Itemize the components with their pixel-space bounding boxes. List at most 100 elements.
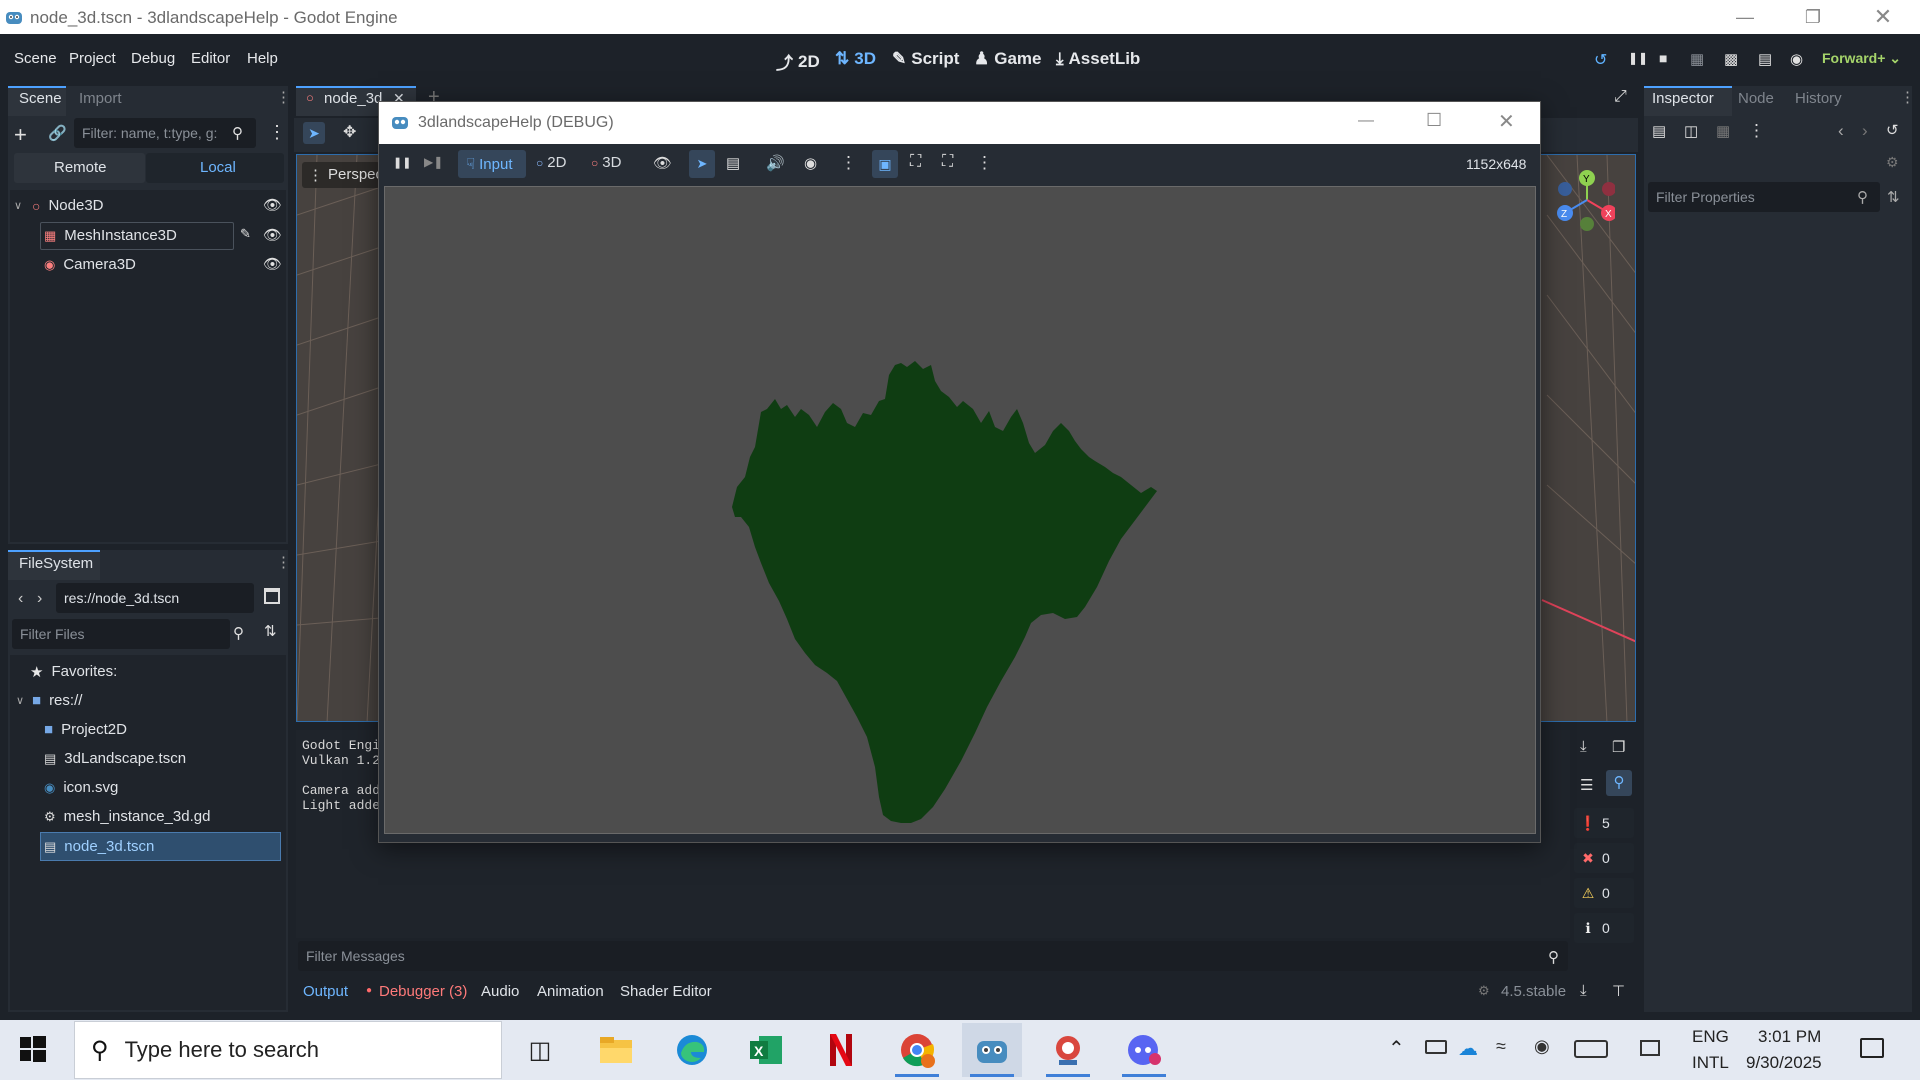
info-filter[interactable]: ℹ0 (1574, 913, 1634, 943)
wifi-icon[interactable]: ≈ (1496, 1036, 1506, 1057)
stop-icon[interactable]: ■ (1659, 50, 1667, 66)
scene-filter-input[interactable]: Filter: name, t:type, g: (74, 118, 256, 148)
select-tool-icon[interactable]: ➤ (689, 150, 715, 178)
battery-icon[interactable] (1425, 1040, 1447, 1054)
audio-icon[interactable]: 🔊 (766, 154, 785, 172)
chevron-up-icon[interactable]: ⌃ (1388, 1036, 1405, 1061)
tree-node-camera3d[interactable]: ◉ Camera3D 👁 (44, 250, 284, 279)
embed-icon[interactable]: ▣ (872, 150, 898, 178)
tab-shader-editor[interactable]: Shader Editor (620, 983, 712, 1000)
file-explorer-icon[interactable] (586, 1023, 646, 1077)
clock-time[interactable]: 3:01 PM (1758, 1027, 1821, 1047)
collapse-icon[interactable]: ☰ (1580, 776, 1593, 794)
workspace-script-button[interactable]: ✎ Script (892, 49, 959, 69)
input-mode-button[interactable]: ☟ Input (458, 150, 526, 178)
chevron-down-icon[interactable]: ∨ (14, 199, 28, 212)
path-input[interactable]: res://node_3d.tscn (56, 583, 254, 613)
clear-output-icon[interactable]: ⤓ (1580, 738, 1587, 755)
workspace-assetlib-button[interactable]: ⤓ AssetLib (1056, 49, 1140, 69)
discord-icon[interactable] (1114, 1023, 1174, 1077)
3d-mode-button[interactable]: ○ 3D (591, 154, 621, 171)
workspace-game-button[interactable]: ♟ Game (974, 49, 1042, 69)
list-select-icon[interactable]: ▤ (726, 154, 740, 172)
workspace-2d-button[interactable]: ⤴ 2D (776, 49, 820, 74)
next-frame-icon[interactable]: ▶❚ (424, 155, 443, 169)
language-label[interactable]: ENG (1692, 1027, 1729, 1047)
webcam-icon[interactable]: ◉ (1534, 1036, 1550, 1057)
tab-node[interactable]: Node (1738, 90, 1774, 107)
task-view-icon[interactable]: ◫ (510, 1023, 570, 1077)
restore-icon[interactable]: ❐ (1790, 0, 1836, 34)
move-tool-icon[interactable]: ✥ (343, 122, 356, 142)
menu-scene[interactable]: Scene (14, 50, 57, 67)
menu-debug[interactable]: Debug (131, 50, 175, 67)
2d-mode-button[interactable]: ○ 2D (536, 154, 566, 171)
tab-animation[interactable]: Animation (537, 983, 604, 1000)
debug-app-icon[interactable] (1038, 1023, 1098, 1077)
play-scene-icon[interactable]: ▩ (1724, 50, 1738, 68)
select-tool-icon[interactable]: ➤ (303, 122, 325, 144)
expand-panel-icon[interactable]: ⊤ (1612, 982, 1625, 1000)
more-icon[interactable]: ⋮ (976, 153, 993, 173)
script-attached-icon[interactable]: ✎ (240, 226, 251, 242)
dock-menu-icon[interactable]: ⋮ (1900, 88, 1915, 106)
close-icon[interactable]: ✕ (1498, 109, 1515, 134)
visibility-eye-icon[interactable]: 👁 (263, 226, 282, 244)
history-icon[interactable]: ↺ (1886, 121, 1899, 139)
pause-icon[interactable]: ❚❚ (393, 156, 411, 169)
tab-history[interactable]: History (1795, 90, 1842, 107)
warnings-filter[interactable]: ⚠ 0 (1574, 878, 1634, 908)
godot-taskbar-icon[interactable] (962, 1023, 1022, 1077)
save-icon[interactable]: ▦ (1716, 122, 1730, 140)
res-folder-item[interactable]: ∨ ■ res:// (16, 686, 82, 715)
more-icon[interactable]: ⋮ (1748, 121, 1765, 141)
messages-filter[interactable]: ❗ 5 (1574, 808, 1634, 838)
notifications-icon[interactable] (1860, 1038, 1884, 1058)
netflix-icon[interactable] (811, 1023, 871, 1077)
filter-messages-input[interactable]: Filter Messages (298, 941, 1568, 971)
sort-icon[interactable]: ⇅ (1887, 188, 1900, 206)
file-3dlandscape-item[interactable]: ▤ 3dLandscape.tscn (44, 744, 186, 773)
forward-icon[interactable]: › (37, 590, 42, 608)
menu-project[interactable]: Project (69, 50, 116, 67)
viewport-options-icon[interactable]: ⋮ (308, 166, 323, 184)
close-icon[interactable]: ✕ (1860, 0, 1906, 34)
folder-project2d-item[interactable]: ■ Project2D (44, 715, 127, 744)
visibility-eye-icon[interactable]: 👁 (653, 154, 672, 172)
axis-gizmo[interactable]: Y X Z (1555, 168, 1615, 234)
tree-node-node3d[interactable]: ∨ ○ Node3D 👁 (14, 191, 284, 220)
add-node-icon[interactable]: + (14, 122, 27, 148)
camera-override-icon[interactable]: ◉ (804, 154, 817, 172)
display-icon[interactable] (1640, 1040, 1660, 1056)
chrome-icon[interactable] (887, 1023, 947, 1077)
tab-debugger[interactable]: Debugger (3) (379, 983, 467, 1000)
more-icon[interactable]: ⋮ (840, 153, 857, 173)
tab-import[interactable]: Import (79, 90, 122, 107)
filter-properties-input[interactable]: Filter Properties (1648, 182, 1880, 212)
play-custom-icon[interactable]: ▤ (1758, 50, 1772, 68)
dock-menu-icon[interactable]: ⋮ (276, 88, 291, 106)
renderer-select[interactable]: Forward+ ⌄ (1822, 50, 1901, 67)
file-script-item[interactable]: ⚙ mesh_instance_3d.gd (44, 802, 210, 831)
back-icon[interactable]: ‹ (18, 590, 23, 608)
file-icon-svg-item[interactable]: ◉ icon.svg (44, 773, 118, 802)
excel-icon[interactable]: X (736, 1023, 796, 1077)
distraction-free-icon[interactable]: ⤢ (1614, 88, 1627, 106)
taskbar-search-box[interactable]: ⚲ Type here to search (74, 1021, 502, 1079)
sort-icon[interactable]: ⇅ (264, 622, 277, 640)
file-node3d-item[interactable]: ▤ node_3d.tscn (44, 832, 154, 861)
filter-files-input[interactable]: Filter Files (12, 619, 230, 649)
onedrive-icon[interactable]: ☁ (1458, 1036, 1478, 1061)
link-icon[interactable]: 🔗 (48, 124, 67, 142)
menu-editor[interactable]: Editor (191, 50, 230, 67)
game-viewport[interactable] (384, 186, 1536, 834)
minimize-icon[interactable]: — (1358, 112, 1374, 130)
visibility-eye-icon[interactable]: 👁 (263, 196, 282, 214)
tree-node-meshinstance3d[interactable]: ▦ MeshInstance3D ✎ 👁 (44, 221, 284, 250)
remote-debug-icon[interactable]: ▦ (1690, 50, 1704, 68)
tab-audio[interactable]: Audio (481, 983, 519, 1000)
reload-icon[interactable]: ↺ (1594, 50, 1607, 70)
fit-icon[interactable]: ⛶ (910, 153, 921, 171)
minimize-icon[interactable]: — (1722, 0, 1768, 34)
maximize-icon[interactable]: ☐ (1426, 110, 1442, 131)
